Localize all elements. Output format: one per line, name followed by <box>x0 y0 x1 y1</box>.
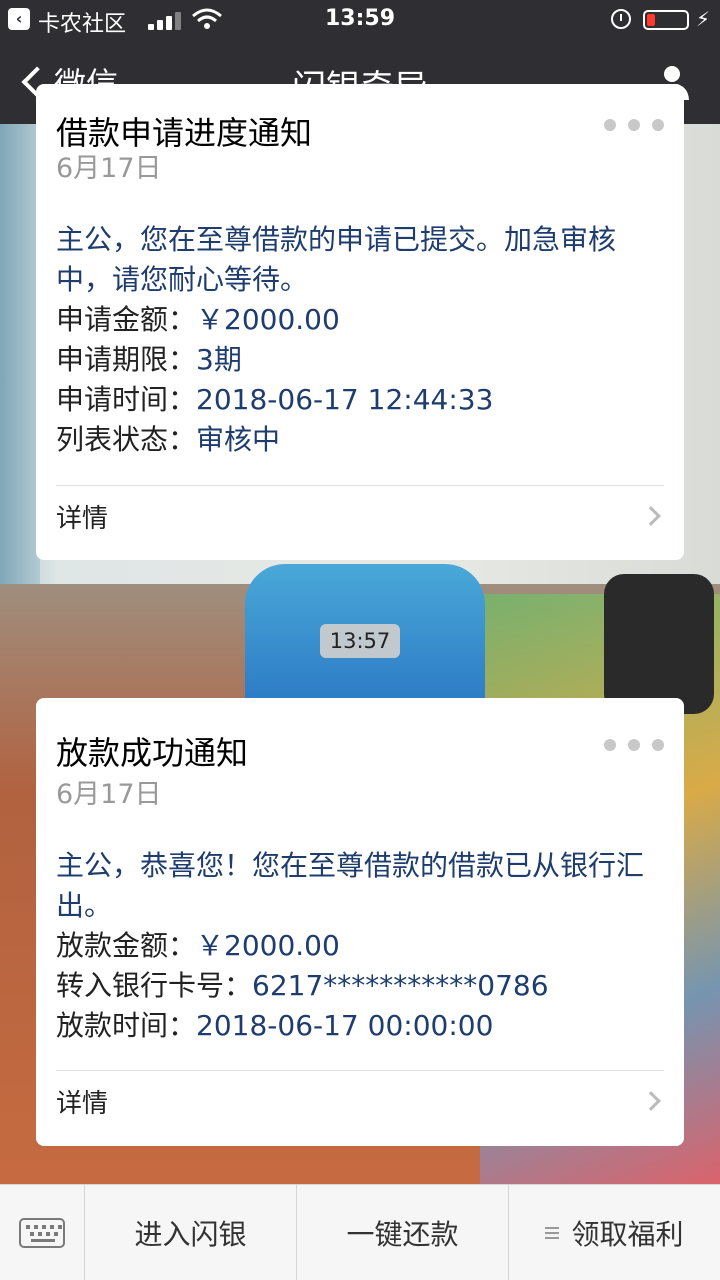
menu-get-benefits[interactable]: 领取福利 <box>509 1185 720 1280</box>
message-intro: 主公，您在至尊借款的申请已提交。加急审核中，请您耐心等待。 <box>56 223 617 296</box>
detail-label: 详情 <box>56 1088 109 1119</box>
menu-enter-shanyin[interactable]: 进入闪银 <box>85 1185 297 1280</box>
field-row: 放款金额：￥2000.00 <box>56 929 340 962</box>
message-title: 放款成功通知 <box>56 734 249 772</box>
detail-link[interactable]: 详情 <box>56 486 664 546</box>
chevron-right-icon <box>641 506 661 526</box>
chevron-right-icon <box>641 1091 661 1111</box>
detail-link[interactable]: 详情 <box>56 1071 664 1131</box>
message-date: 6月17日 <box>56 779 162 810</box>
bottom-menu: 进入闪银 一键还款 领取福利 <box>0 1184 720 1280</box>
more-options-icon[interactable] <box>604 118 664 132</box>
message-body: 主公，您在至尊借款的申请已提交。加急审核中，请您耐心等待。 申请金额：￥2000… <box>56 220 666 460</box>
battery-icon <box>643 10 689 30</box>
field-row: 转入银行卡号：6217***********0786 <box>56 969 549 1002</box>
field-row: 申请金额：￥2000.00 <box>56 303 340 336</box>
status-bar: ‹ 卡农社区 13:59 ⚡ <box>0 0 720 40</box>
message-body: 主公，恭喜您！您在至尊借款的借款已从银行汇出。 放款金额：￥2000.00 转入… <box>56 846 666 1046</box>
keyboard-toggle-button[interactable] <box>0 1185 85 1280</box>
menu-get-benefits-label: 领取福利 <box>571 1218 684 1251</box>
message-intro: 主公，恭喜您！您在至尊借款的借款已从银行汇出。 <box>56 849 645 922</box>
message-date: 6月17日 <box>56 153 162 184</box>
message-card-progress: 借款申请进度通知 6月17日 主公，您在至尊借款的申请已提交。加急审核中，请您耐… <box>36 84 684 560</box>
field-row: 申请期限：3期 <box>56 343 242 376</box>
field-row: 列表状态：审核中 <box>56 423 281 456</box>
detail-label: 详情 <box>56 503 109 534</box>
field-row: 放款时间：2018-06-17 00:00:00 <box>56 1009 494 1042</box>
more-options-icon[interactable] <box>604 738 664 752</box>
keyboard-icon <box>19 1218 65 1248</box>
field-row: 申请时间：2018-06-17 12:44:33 <box>56 383 494 416</box>
charging-icon: ⚡ <box>696 7 711 31</box>
menu-one-click-repay[interactable]: 一键还款 <box>297 1185 509 1280</box>
alarm-icon <box>611 9 631 29</box>
time-divider: 13:57 <box>320 624 400 658</box>
message-card-disbursed: 放款成功通知 6月17日 主公，恭喜您！您在至尊借款的借款已从银行汇出。 放款金… <box>36 698 684 1146</box>
menu-list-icon <box>545 1227 560 1239</box>
